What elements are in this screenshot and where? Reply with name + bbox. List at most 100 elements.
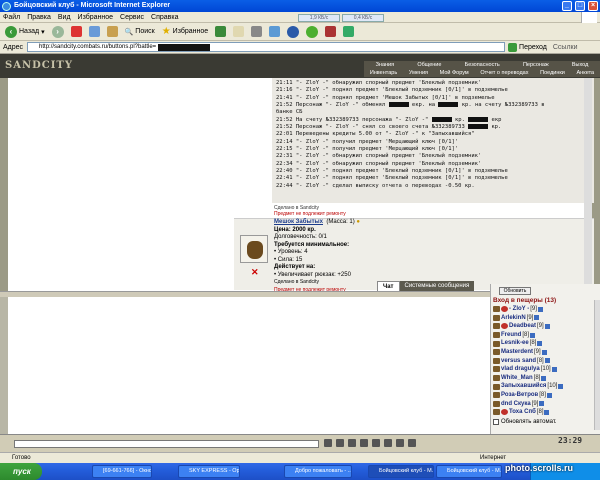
user-list-item[interactable]: dnd Скука [9]: [493, 400, 563, 409]
user-name[interactable]: vlad dragulya: [501, 365, 540, 374]
info-icon[interactable]: [539, 401, 545, 407]
refresh-button[interactable]: Обновить: [499, 287, 531, 295]
private-message-icon[interactable]: [493, 340, 500, 347]
user-name[interactable]: Запыхавшийся: [501, 382, 546, 391]
private-message-icon[interactable]: [493, 400, 500, 407]
menu-edit[interactable]: Правка: [27, 14, 51, 21]
back-button[interactable]: ‹ Назад ▾: [3, 25, 47, 39]
user-list-item[interactable]: Freund [8]: [493, 331, 563, 340]
extra-button-2[interactable]: [341, 25, 356, 39]
tab-system-messages[interactable]: Системные сообщения: [399, 281, 475, 291]
icq-button[interactable]: [304, 25, 320, 39]
user-name[interactable]: versus sand: [501, 357, 536, 366]
smiley-icon[interactable]: [324, 439, 332, 447]
nav-transfer-report[interactable]: Отчет о переводах: [480, 69, 528, 77]
clear-icon[interactable]: [336, 439, 344, 447]
user-list-item[interactable]: Запыхавшийся [10]: [493, 382, 564, 391]
info-icon[interactable]: [558, 384, 564, 390]
translit-icon[interactable]: [348, 439, 356, 447]
user-name[interactable]: Роза-Ветров: [501, 391, 538, 400]
nav-communication[interactable]: Общение: [417, 61, 441, 69]
room-scrollbar[interactable]: [594, 300, 600, 430]
menu-favorites[interactable]: Избранное: [78, 14, 113, 21]
sound-icon[interactable]: [372, 439, 380, 447]
user-name[interactable]: Тоха Спб: [509, 408, 536, 417]
forward-button[interactable]: ›: [50, 25, 66, 39]
history-button[interactable]: [213, 25, 228, 39]
private-message-icon[interactable]: [493, 323, 500, 330]
user-list-item[interactable]: Тоха Спб [8]: [493, 408, 563, 417]
delete-icon[interactable]: ✕: [251, 267, 259, 278]
info-icon[interactable]: [551, 366, 557, 372]
filter-icon[interactable]: [360, 439, 368, 447]
info-icon[interactable]: [544, 358, 550, 364]
user-name[interactable]: White_Man: [501, 374, 533, 383]
chat-input[interactable]: [14, 440, 319, 448]
user-name[interactable]: Lesnik-ee: [501, 339, 529, 348]
info-icon[interactable]: ●: [356, 219, 360, 225]
info-icon[interactable]: [534, 315, 540, 321]
exit-icon[interactable]: [408, 439, 416, 447]
checkbox[interactable]: [493, 419, 499, 425]
address-input[interactable]: http://sandcity.combats.ru/buttons.pl?ba…: [27, 42, 506, 52]
settings-icon[interactable]: [384, 439, 392, 447]
user-list-item[interactable]: ArlekinN [9]: [493, 314, 563, 323]
private-message-icon[interactable]: [493, 332, 500, 339]
user-list-item[interactable]: Lesnik-ee [8]: [493, 339, 563, 348]
nav-forum[interactable]: Мой Форум: [440, 69, 469, 77]
user-name[interactable]: Masterdent: [501, 348, 533, 357]
private-message-icon[interactable]: [493, 375, 500, 382]
tab-chat[interactable]: Чат: [377, 281, 400, 291]
refresh-button[interactable]: [87, 25, 102, 39]
item-name[interactable]: Мешок Забытых: [274, 219, 323, 225]
task-window-2[interactable]: SKY EXPRESS - Opera: [178, 465, 240, 478]
user-list-item[interactable]: Masterdent [9]: [493, 348, 563, 357]
user-name[interactable]: Freund: [501, 331, 521, 340]
print-button[interactable]: [249, 25, 264, 39]
info-icon[interactable]: [544, 323, 550, 329]
nav-profile[interactable]: Анкета: [577, 69, 595, 77]
user-list-item[interactable]: vlad dragulya [10]: [493, 365, 563, 374]
auto-refresh-toggle[interactable]: Обновлять автомат.: [493, 419, 557, 425]
info-icon[interactable]: [541, 375, 547, 381]
edit-button[interactable]: [267, 25, 282, 39]
main-scrollbar[interactable]: [584, 78, 592, 291]
nav-skills[interactable]: Умения: [409, 69, 428, 77]
info-icon[interactable]: [537, 341, 543, 347]
close-icon[interactable]: ×: [588, 1, 598, 11]
info-icon[interactable]: [546, 392, 552, 398]
user-list-item[interactable]: - ZloY - [9]: [493, 305, 563, 314]
user-list-item[interactable]: Роза-Ветров [8]: [493, 391, 563, 400]
private-message-icon[interactable]: [493, 383, 500, 390]
mail-button[interactable]: [231, 25, 246, 39]
info-icon[interactable]: [537, 306, 543, 312]
menu-tools[interactable]: Сервис: [120, 14, 144, 21]
user-list-item[interactable]: versus sand [8]: [493, 357, 563, 366]
nav-knowledge[interactable]: Знания: [376, 61, 395, 69]
user-list-item[interactable]: White_Man [8]: [493, 374, 563, 383]
task-window-4[interactable]: Бойцовский клуб - M...: [368, 465, 434, 478]
nav-battles[interactable]: Поединки: [540, 69, 565, 77]
nav-exit[interactable]: Выход: [572, 61, 588, 69]
nav-inventory[interactable]: Инвентарь: [370, 69, 397, 77]
history-icon[interactable]: [396, 439, 404, 447]
start-button[interactable]: пуск: [0, 463, 42, 480]
private-message-icon[interactable]: [493, 314, 500, 321]
favorites-button[interactable]: ★ Избранное: [160, 25, 210, 39]
task-window-3[interactable]: Добро пожаловать - ...: [284, 465, 352, 478]
user-name[interactable]: ArlekinN: [501, 314, 526, 323]
task-window-1[interactable]: [69-661-766] - Окно ...: [92, 465, 152, 478]
messenger-button[interactable]: [285, 25, 301, 39]
user-name[interactable]: dnd Скука: [501, 400, 531, 409]
user-name[interactable]: Deadbeat: [509, 322, 536, 331]
nav-security[interactable]: Безопасность: [465, 61, 500, 69]
menu-file[interactable]: Файл: [3, 14, 20, 21]
menu-view[interactable]: Вид: [58, 14, 71, 21]
home-button[interactable]: [105, 25, 120, 39]
extra-button-1[interactable]: [323, 25, 338, 39]
private-message-icon[interactable]: [493, 357, 500, 364]
info-icon[interactable]: [541, 349, 547, 355]
nav-character[interactable]: Персонаж: [523, 61, 549, 69]
links-label[interactable]: Ссылки: [553, 44, 578, 51]
user-list-item[interactable]: Deadbeat [9]: [493, 322, 563, 331]
